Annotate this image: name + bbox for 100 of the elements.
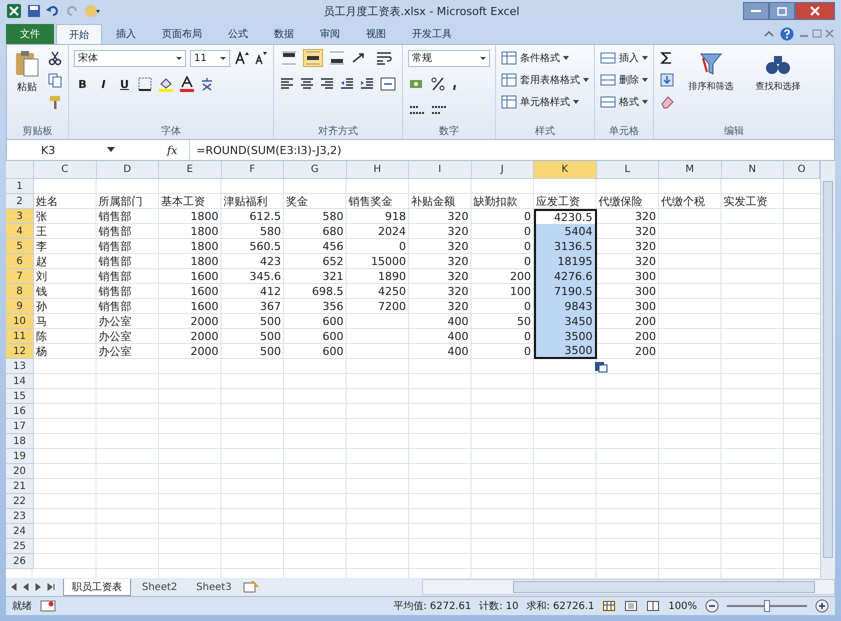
font-size-field[interactable]: 11: [190, 50, 230, 66]
row-header[interactable]: 7: [6, 269, 34, 284]
row-header[interactable]: 4: [6, 224, 34, 239]
row-header[interactable]: 3: [6, 209, 34, 224]
ribbon-tab[interactable]: 开始: [56, 24, 102, 44]
vertical-align-button[interactable]: [303, 49, 323, 67]
copy-icon[interactable]: [47, 72, 63, 88]
fill-icon[interactable]: [659, 72, 675, 88]
ribbon-tab[interactable]: 审阅: [308, 24, 352, 44]
dropdown-arrow-icon[interactable]: [107, 147, 115, 153]
row-header[interactable]: 11: [6, 329, 34, 344]
vertical-align-button[interactable]: [327, 49, 347, 67]
column-header[interactable]: O: [784, 161, 820, 179]
sheet-tab[interactable]: Sheet2: [134, 580, 186, 594]
column-header[interactable]: H: [346, 161, 409, 179]
macro-record-icon[interactable]: [40, 600, 56, 612]
row-header[interactable]: 25: [6, 539, 34, 554]
row-header[interactable]: 24: [6, 524, 34, 539]
font-name-field[interactable]: 宋体: [74, 50, 186, 66]
ribbon-tab[interactable]: 开发工具: [400, 24, 464, 44]
zoom-slider-thumb[interactable]: [764, 600, 770, 612]
column-header[interactable]: L: [596, 161, 659, 179]
toolbar-customize-icon[interactable]: [84, 4, 100, 18]
paste-options-icon[interactable]: [594, 361, 608, 373]
row-header[interactable]: 18: [6, 434, 34, 449]
insert-function-button[interactable]: fx: [161, 144, 184, 156]
insert-sheet-icon[interactable]: [242, 581, 259, 593]
help-icon[interactable]: [780, 27, 794, 41]
name-box[interactable]: K3: [11, 144, 101, 156]
column-header[interactable]: F: [222, 161, 284, 179]
font-style-button[interactable]: B: [74, 76, 91, 92]
column-header[interactable]: I: [409, 161, 472, 179]
row-header[interactable]: 16: [6, 404, 34, 419]
sheet-tab[interactable]: 职员工资表: [63, 578, 131, 596]
column-header[interactable]: C: [34, 161, 96, 179]
row-header[interactable]: 20: [6, 464, 34, 479]
page-layout-view-button[interactable]: [624, 600, 638, 612]
normal-view-button[interactable]: [602, 600, 616, 612]
grow-font-icon[interactable]: [234, 50, 250, 66]
styles-command-button[interactable]: 条件格式: [501, 48, 569, 67]
row-header[interactable]: 9: [6, 299, 34, 314]
row-header[interactable]: 6: [6, 254, 34, 269]
row-header[interactable]: 21: [6, 479, 34, 494]
vertical-scrollbar[interactable]: [820, 161, 835, 578]
font-color-icon[interactable]: [179, 76, 195, 92]
percent-icon[interactable]: [430, 76, 446, 92]
file-tab[interactable]: 文件: [6, 24, 54, 44]
column-header[interactable]: N: [722, 161, 784, 179]
column-header[interactable]: G: [284, 161, 346, 179]
shrink-font-icon[interactable]: [254, 50, 268, 66]
styles-command-button[interactable]: 套用表格格式: [501, 70, 589, 89]
ribbon-tab[interactable]: 插入: [104, 24, 148, 44]
styles-command-button[interactable]: 单元格样式: [501, 92, 579, 111]
borders-icon[interactable]: [137, 76, 153, 92]
cut-icon[interactable]: [47, 50, 63, 66]
cells-command-button[interactable]: 删除: [600, 70, 648, 89]
row-header[interactable]: 1: [6, 179, 34, 194]
column-header[interactable]: J: [472, 161, 534, 179]
format-painter-icon[interactable]: [47, 94, 63, 110]
ribbon-tab[interactable]: 视图: [354, 24, 398, 44]
paste-button[interactable]: 粘贴: [12, 48, 42, 96]
clear-icon[interactable]: [659, 94, 675, 110]
save-icon[interactable]: [27, 4, 41, 18]
editing-command-button[interactable]: 排序和筛选: [680, 48, 742, 95]
zoom-in-icon[interactable]: [815, 599, 829, 613]
zoom-out-icon[interactable]: [705, 599, 719, 613]
sheet-tab[interactable]: Sheet3: [188, 580, 240, 594]
row-header[interactable]: 26: [6, 554, 34, 569]
zoom-level[interactable]: 100%: [668, 600, 697, 612]
row-header[interactable]: 10: [6, 314, 34, 329]
row-header[interactable]: 8: [6, 284, 34, 299]
row-header[interactable]: 15: [6, 389, 34, 404]
formula-field[interactable]: =ROUND(SUM(E3:I3)-J3,2): [189, 140, 834, 160]
row-header[interactable]: 2: [6, 194, 34, 209]
row-header[interactable]: 13: [6, 359, 34, 374]
fill-color-icon[interactable]: [157, 76, 175, 92]
editing-command-button[interactable]: 查找和选择: [747, 48, 809, 95]
column-header[interactable]: D: [96, 161, 159, 179]
font-style-button[interactable]: U: [116, 76, 133, 92]
row-header[interactable]: 5: [6, 239, 34, 254]
row-header[interactable]: 19: [6, 449, 34, 464]
wrap-text-icon[interactable]: [375, 50, 393, 66]
row-header[interactable]: 14: [6, 374, 34, 389]
column-header[interactable]: M: [659, 161, 722, 179]
font-style-button[interactable]: I: [95, 76, 112, 92]
column-header[interactable]: E: [159, 161, 222, 179]
row-header[interactable]: 17: [6, 419, 34, 434]
row-header[interactable]: 22: [6, 494, 34, 509]
cells-command-button[interactable]: 格式: [600, 92, 648, 111]
undo-icon[interactable]: [46, 4, 60, 18]
cells-command-button[interactable]: 插入: [600, 48, 648, 67]
number-format-field[interactable]: 常规: [408, 50, 490, 66]
row-header[interactable]: 23: [6, 509, 34, 524]
ribbon-tab[interactable]: 数据: [262, 24, 306, 44]
horizontal-scrollbar[interactable]: [422, 579, 835, 595]
close-button[interactable]: [795, 2, 835, 20]
ribbon-tab[interactable]: 页面布局: [150, 24, 214, 44]
ribbon-tab[interactable]: 公式: [216, 24, 260, 44]
column-header[interactable]: K: [534, 161, 596, 179]
vertical-align-button[interactable]: [279, 49, 299, 67]
